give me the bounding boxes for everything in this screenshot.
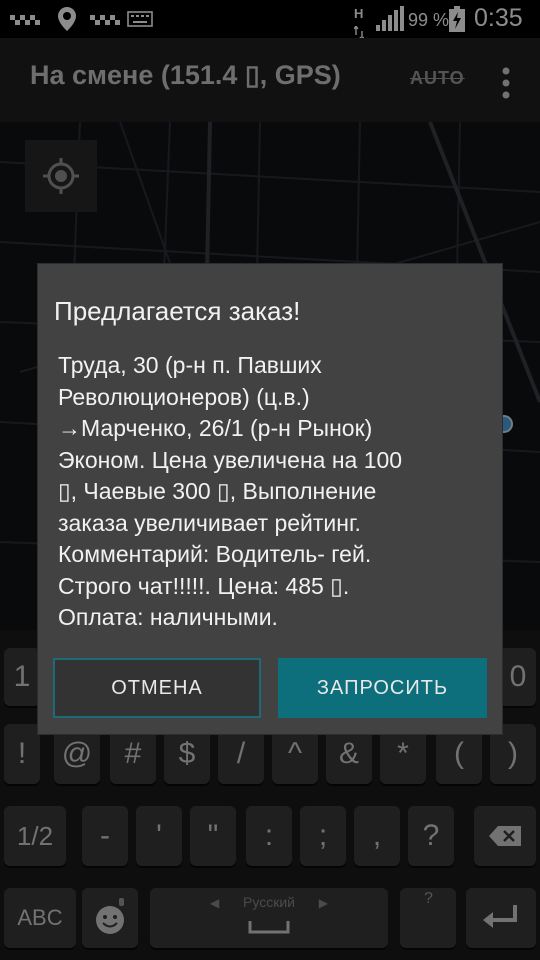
message-line: Строго чат!!!!!. Цена: 485 ▯.	[58, 572, 350, 599]
message-line: Эконом. Цена увеличена на 100	[58, 446, 403, 473]
dialog-title: Предлагается заказ!	[54, 296, 301, 326]
cancel-button[interactable]: ОТМЕНА	[53, 658, 261, 718]
message-line: →Марченко, 26/1 (р-н Рынок)	[58, 415, 373, 441]
message-line: Комментарий: Водитель- гей.	[58, 541, 372, 567]
order-offer-dialog: Предлагается заказ! Труда, 30 (р-н п. Па…	[38, 264, 502, 734]
request-button[interactable]: ЗАПРОСИТЬ	[278, 658, 487, 718]
message-line: Оплата: наличными.	[58, 604, 278, 630]
dialog-message: Труда, 30 (р-н п. Павших Революционеров)…	[58, 350, 494, 634]
message-line: заказа увеличивает рейтинг.	[58, 509, 361, 536]
message-line: Революционеров) (ц.в.)	[58, 383, 310, 410]
message-line: Труда, 30 (р-н п. Павших	[58, 352, 322, 378]
message-line: ▯, Чаевые 300 ▯, Выполнение	[58, 478, 377, 504]
